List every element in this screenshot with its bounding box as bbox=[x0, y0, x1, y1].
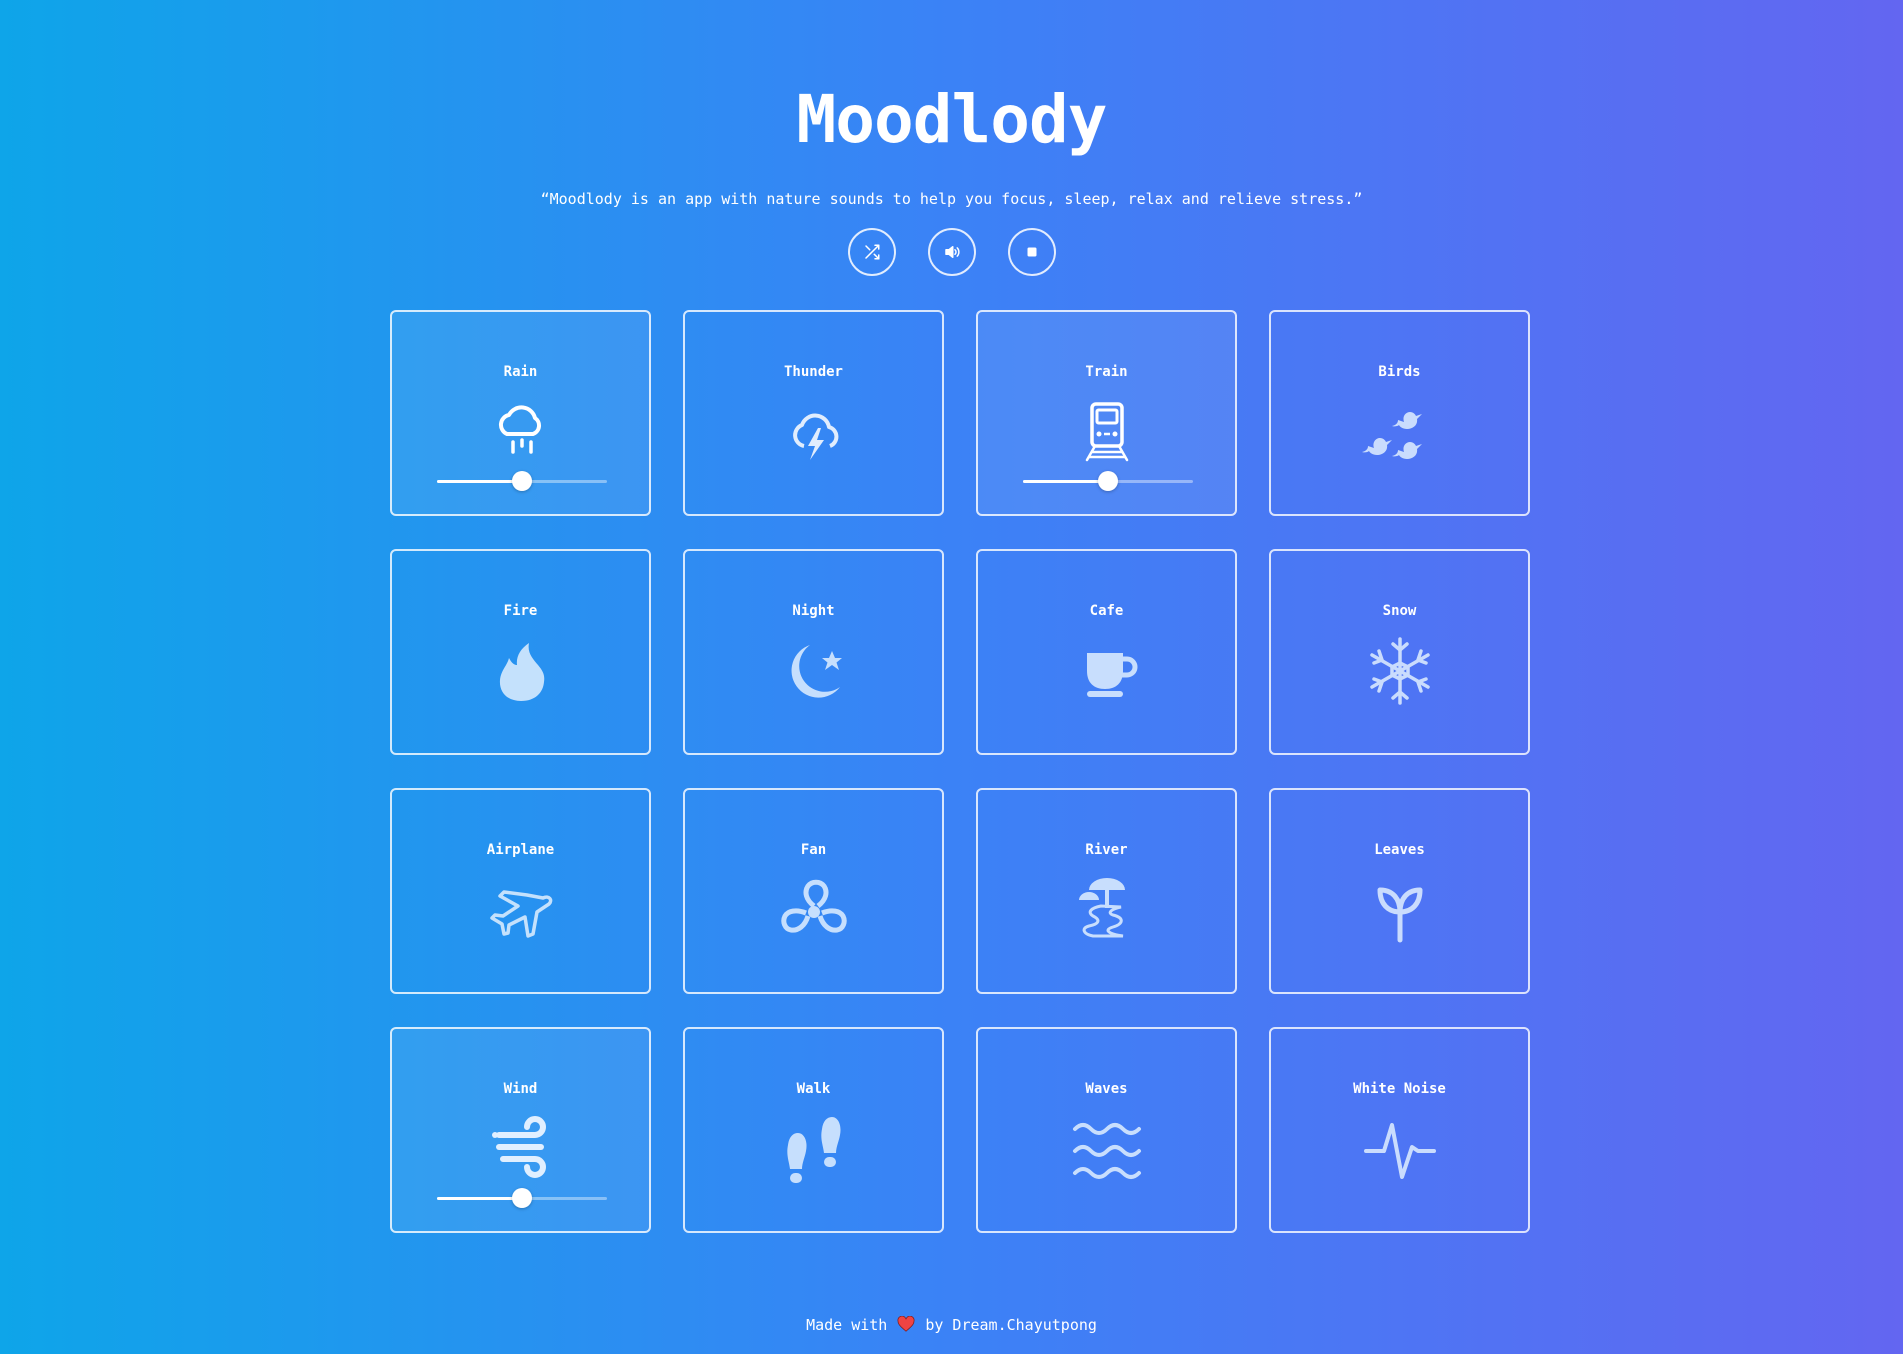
airplane-icon bbox=[481, 872, 561, 946]
sound-label: Leaves bbox=[1374, 842, 1425, 858]
volume-button[interactable] bbox=[927, 228, 976, 276]
sound-card-thunder[interactable]: Thunder bbox=[683, 310, 944, 516]
sound-card-train[interactable]: Train bbox=[976, 310, 1237, 516]
sound-card-walk[interactable]: Walk bbox=[683, 1027, 944, 1233]
sound-label: River bbox=[1085, 842, 1128, 858]
sound-card-birds[interactable]: Birds bbox=[1269, 310, 1530, 516]
footer: Made with by Dream.Chayutpong bbox=[0, 1316, 1903, 1334]
volume-slider-fill bbox=[437, 1197, 522, 1200]
birds-icon bbox=[1360, 394, 1440, 468]
train-icon bbox=[1067, 394, 1147, 468]
footer-author: by Dream.Chayutpong bbox=[925, 1316, 1097, 1334]
sound-card-rain[interactable]: Rain bbox=[390, 310, 651, 516]
volume-slider-thumb[interactable] bbox=[512, 471, 532, 491]
volume-slider-thumb[interactable] bbox=[1098, 471, 1118, 491]
shuffle-button[interactable] bbox=[847, 228, 896, 276]
sound-grid: Rain Thunder Train Birds Fire Night Cafe Snow Ai… bbox=[390, 310, 1530, 1233]
volume-slider-thumb[interactable] bbox=[512, 1188, 532, 1208]
heart-icon bbox=[897, 1316, 915, 1332]
sound-card-snow[interactable]: Snow bbox=[1269, 549, 1530, 755]
sound-label: White Noise bbox=[1353, 1081, 1446, 1097]
volume-slider[interactable] bbox=[437, 471, 607, 491]
sound-label: Birds bbox=[1378, 364, 1421, 380]
pulse-icon bbox=[1360, 1111, 1440, 1185]
sound-card-waves[interactable]: Waves bbox=[976, 1027, 1237, 1233]
sound-label: Wind bbox=[503, 1081, 538, 1097]
fire-icon bbox=[481, 633, 561, 707]
sound-card-leaves[interactable]: Leaves bbox=[1269, 788, 1530, 994]
volume-icon bbox=[944, 246, 960, 258]
coffee-cup-icon bbox=[1067, 633, 1147, 707]
header: Moodlody “Moodlody is an app with nature… bbox=[0, 0, 1903, 208]
sound-label: Thunder bbox=[783, 364, 843, 380]
volume-slider-fill bbox=[1023, 480, 1108, 483]
sound-card-night[interactable]: Night bbox=[683, 549, 944, 755]
sound-card-cafe[interactable]: Cafe bbox=[976, 549, 1237, 755]
stop-icon bbox=[1027, 247, 1036, 257]
sound-label: Snow bbox=[1382, 603, 1417, 619]
snowflake-icon bbox=[1360, 633, 1440, 707]
footer-made-with: Made with bbox=[806, 1316, 888, 1334]
sound-label: Cafe bbox=[1089, 603, 1124, 619]
sound-card-fire[interactable]: Fire bbox=[390, 549, 651, 755]
stop-button[interactable] bbox=[1007, 228, 1056, 276]
volume-slider[interactable] bbox=[1023, 471, 1193, 491]
wind-icon bbox=[481, 1111, 561, 1185]
playback-controls bbox=[0, 228, 1903, 276]
sound-label: Airplane bbox=[486, 842, 555, 858]
waves-icon bbox=[1067, 1111, 1147, 1185]
sound-label: Rain bbox=[503, 364, 538, 380]
sound-label: Fire bbox=[503, 603, 538, 619]
volume-slider-fill bbox=[437, 480, 522, 483]
sound-label: Train bbox=[1085, 364, 1128, 380]
footprints-icon bbox=[774, 1111, 854, 1185]
rain-cloud-icon bbox=[481, 394, 561, 468]
sound-label: Night bbox=[792, 603, 835, 619]
sound-card-white-noise[interactable]: White Noise bbox=[1269, 1027, 1530, 1233]
sound-label: Fan bbox=[800, 842, 827, 858]
sound-card-wind[interactable]: Wind bbox=[390, 1027, 651, 1233]
sound-card-river[interactable]: River bbox=[976, 788, 1237, 994]
app-title: Moodlody bbox=[796, 81, 1108, 158]
sound-label: Waves bbox=[1085, 1081, 1128, 1097]
sound-label: Walk bbox=[796, 1081, 831, 1097]
river-icon bbox=[1067, 872, 1147, 946]
leaf-sprout-icon bbox=[1360, 872, 1440, 946]
sound-card-airplane[interactable]: Airplane bbox=[390, 788, 651, 994]
moon-star-icon bbox=[774, 633, 854, 707]
shuffle-icon bbox=[864, 244, 879, 260]
thunder-cloud-icon bbox=[774, 394, 854, 468]
sound-card-fan[interactable]: Fan bbox=[683, 788, 944, 994]
volume-slider[interactable] bbox=[437, 1188, 607, 1208]
fan-icon bbox=[774, 872, 854, 946]
app-subtitle: “Moodlody is an app with nature sounds t… bbox=[540, 190, 1363, 208]
